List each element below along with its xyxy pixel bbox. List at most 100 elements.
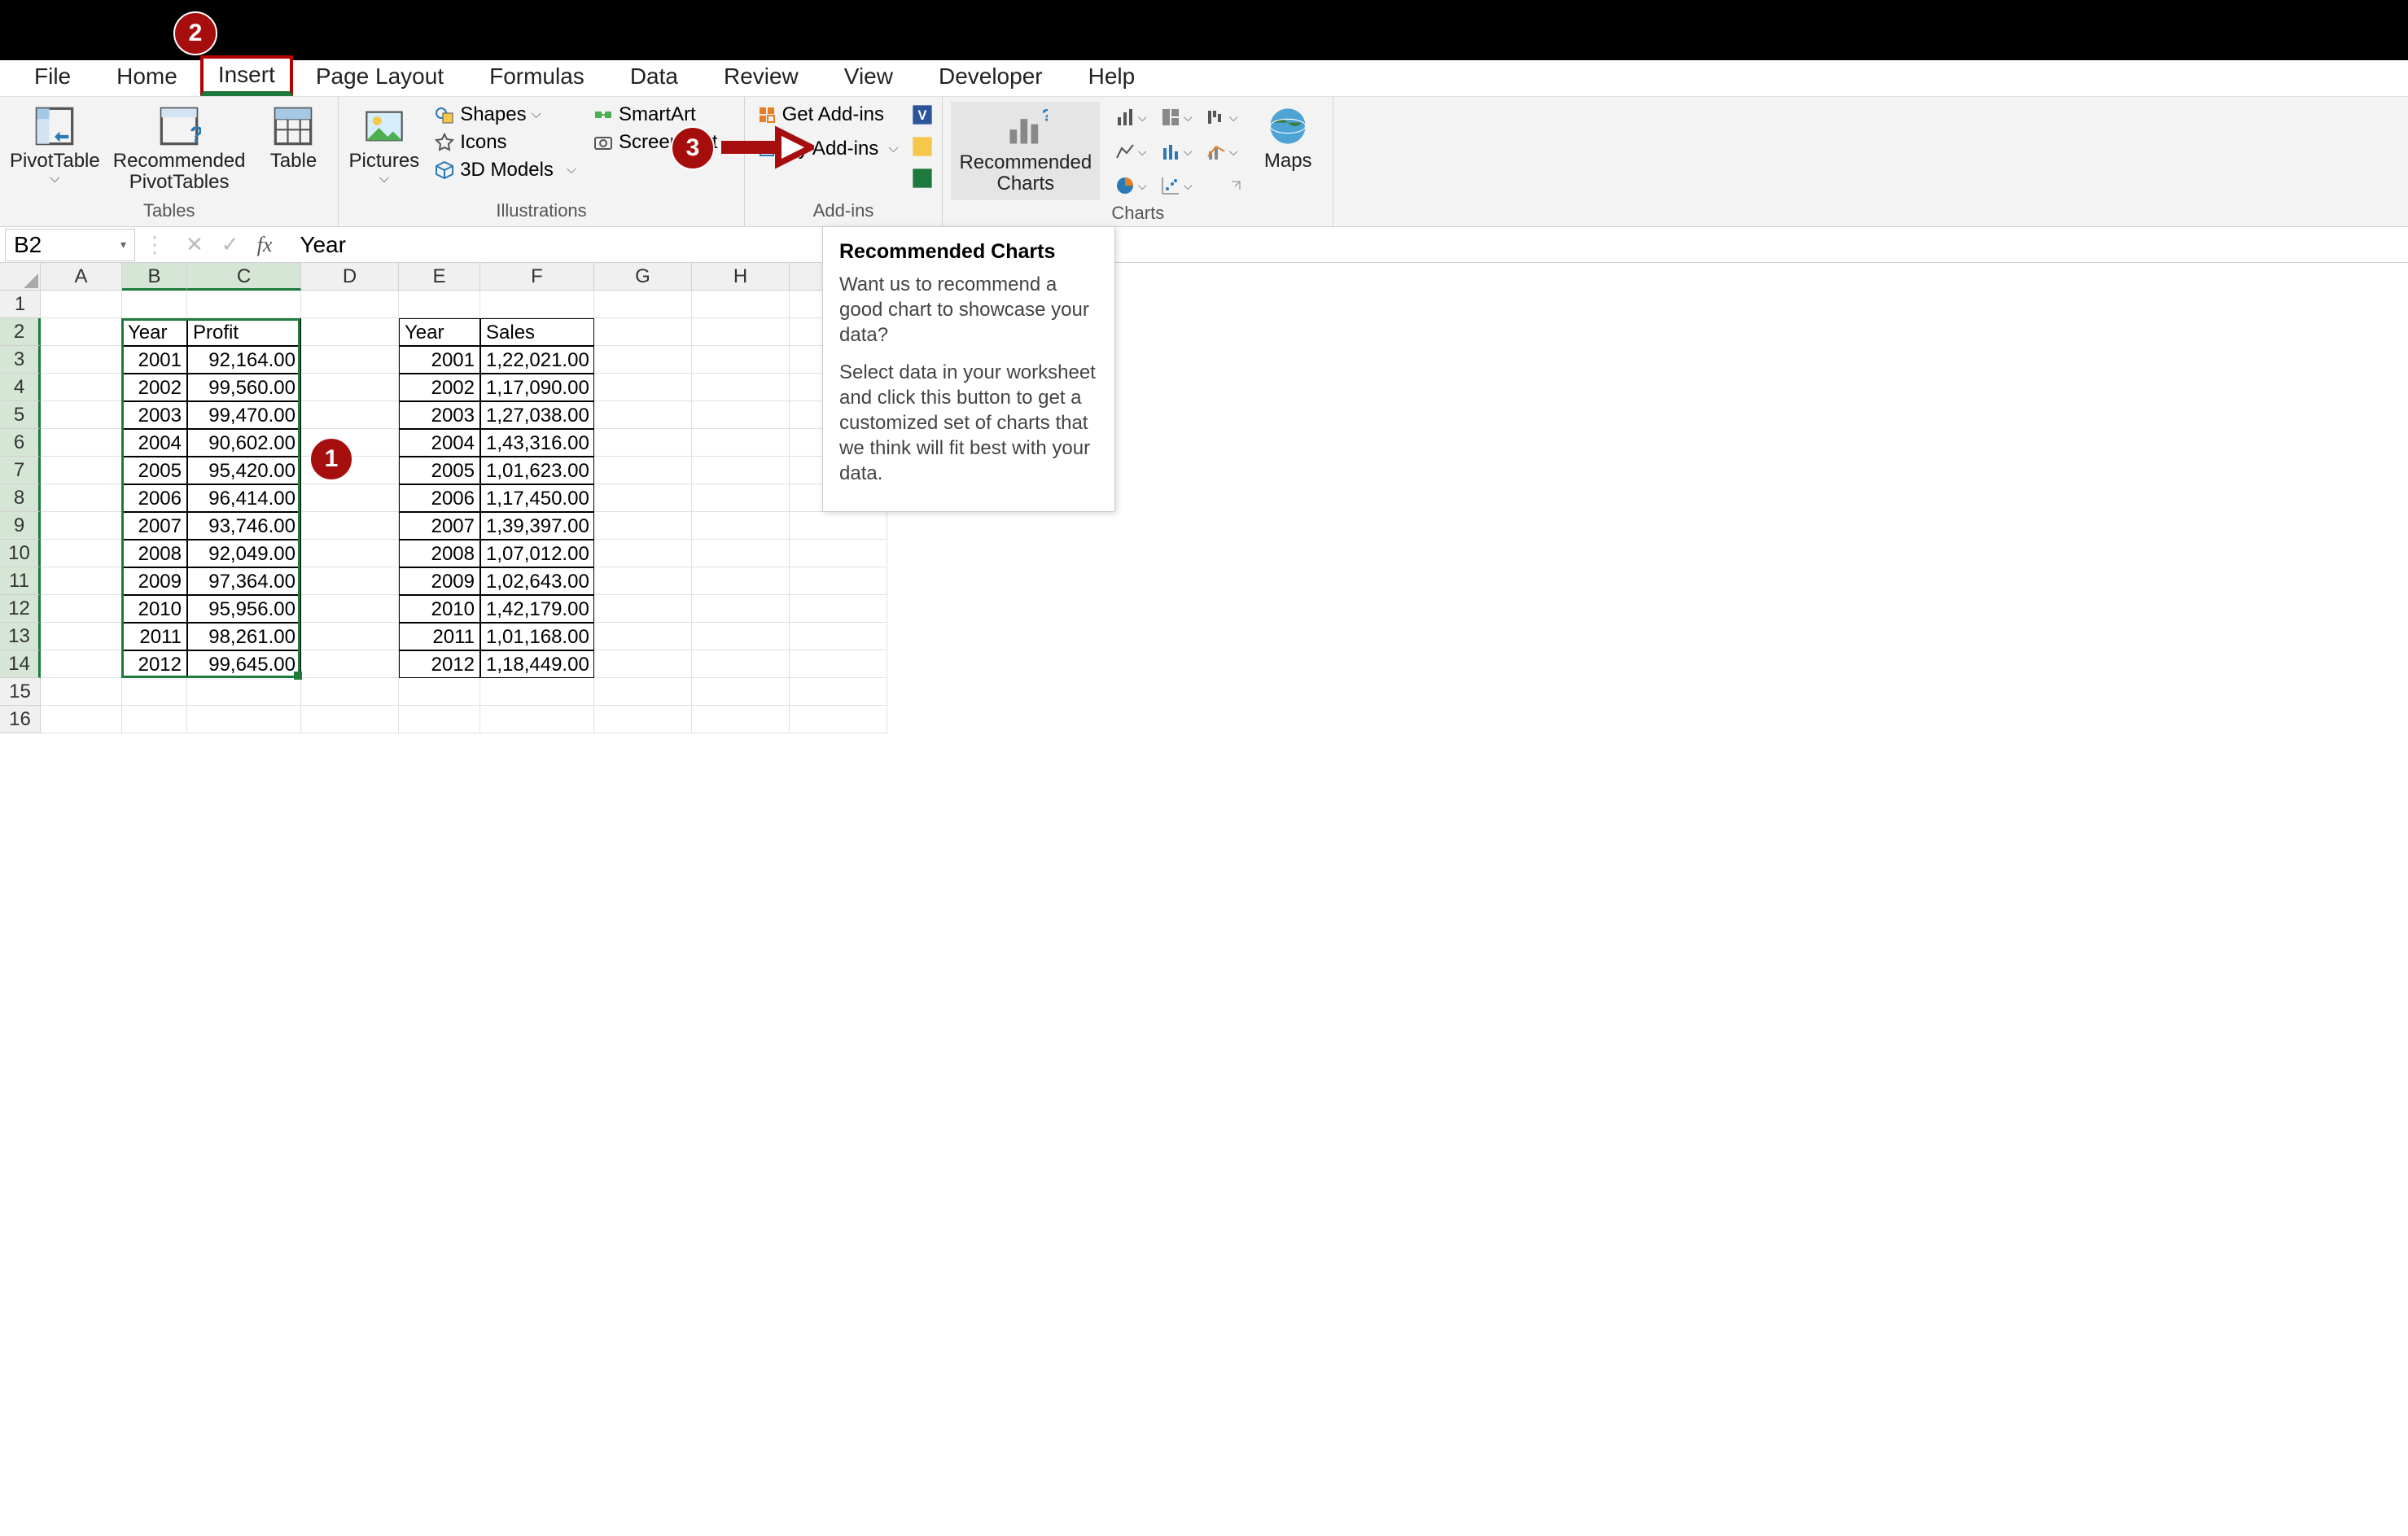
cell[interactable] (301, 650, 399, 678)
column-header[interactable]: E (399, 263, 480, 291)
cell[interactable] (692, 623, 790, 650)
cell[interactable]: 1,43,316.00 (480, 429, 594, 457)
cell[interactable] (790, 567, 887, 595)
cell[interactable]: 92,049.00 (187, 540, 301, 567)
cell[interactable] (399, 291, 480, 318)
cell[interactable]: 1,02,643.00 (480, 567, 594, 595)
cell[interactable] (41, 706, 122, 733)
column-header[interactable]: H (692, 263, 790, 291)
hierarchy-chart-button[interactable]: ⌵ (1155, 102, 1196, 133)
tab-developer[interactable]: Developer (916, 59, 1066, 96)
cell[interactable]: 2001 (399, 346, 480, 374)
column-header[interactable]: B (122, 263, 187, 291)
visio-addin-icon[interactable]: V (911, 103, 934, 132)
cell[interactable] (399, 678, 480, 706)
cell[interactable]: 2003 (122, 401, 187, 429)
cell[interactable] (594, 484, 692, 512)
cell[interactable]: 1,01,623.00 (480, 457, 594, 484)
get-addins-button[interactable]: Get Add-ins (753, 102, 902, 128)
cell[interactable] (594, 595, 692, 623)
cell[interactable] (594, 567, 692, 595)
pictures-button[interactable]: Pictures (347, 102, 421, 190)
cell[interactable] (301, 567, 399, 595)
cell[interactable] (594, 346, 692, 374)
cell[interactable]: 2001 (122, 346, 187, 374)
cell[interactable] (41, 401, 122, 429)
cell[interactable]: 96,414.00 (187, 484, 301, 512)
cell[interactable] (41, 650, 122, 678)
cell[interactable]: 95,420.00 (187, 457, 301, 484)
cell[interactable] (692, 346, 790, 374)
cell[interactable]: 2002 (399, 374, 480, 401)
tab-page-layout[interactable]: Page Layout (293, 59, 466, 96)
cell[interactable]: 93,746.00 (187, 512, 301, 540)
cell[interactable]: 2009 (399, 567, 480, 595)
row-header[interactable]: 14 (0, 650, 41, 678)
fx-icon[interactable]: fx (257, 233, 273, 257)
tab-formulas[interactable]: Formulas (466, 59, 607, 96)
tab-view[interactable]: View (821, 59, 916, 96)
cell[interactable]: 92,164.00 (187, 346, 301, 374)
row-header[interactable]: 9 (0, 512, 41, 540)
cell[interactable] (594, 650, 692, 678)
tab-help[interactable]: Help (1066, 59, 1158, 96)
3d-models-button[interactable]: 3D Models ⌵ (431, 157, 580, 183)
cell[interactable] (692, 678, 790, 706)
row-header[interactable]: 3 (0, 346, 41, 374)
maps-button[interactable]: Maps (1251, 102, 1324, 175)
row-header[interactable]: 13 (0, 623, 41, 650)
tab-review[interactable]: Review (701, 59, 821, 96)
cell[interactable]: 2009 (122, 567, 187, 595)
cell[interactable] (187, 678, 301, 706)
pie-chart-button[interactable]: ⌵ (1110, 170, 1150, 201)
cell[interactable]: 1,17,090.00 (480, 374, 594, 401)
cell[interactable]: 2008 (399, 540, 480, 567)
row-header[interactable]: 16 (0, 706, 41, 733)
cell[interactable]: 2005 (122, 457, 187, 484)
table-button[interactable]: Table (256, 102, 330, 175)
accept-formula-icon[interactable]: ✓ (221, 232, 239, 257)
statistic-chart-button[interactable]: ⌵ (1155, 136, 1196, 167)
cell[interactable]: 2006 (399, 484, 480, 512)
recommended-charts-button[interactable]: ? Recommended Charts (951, 102, 1100, 200)
cell[interactable]: 99,470.00 (187, 401, 301, 429)
cell[interactable] (122, 706, 187, 733)
cell[interactable] (187, 706, 301, 733)
cell[interactable] (41, 291, 122, 318)
cell[interactable] (692, 401, 790, 429)
cell[interactable]: 2010 (122, 595, 187, 623)
recommended-pivottables-button[interactable]: ? Recommended PivotTables (112, 102, 247, 197)
cell[interactable] (594, 540, 692, 567)
cell[interactable] (790, 595, 887, 623)
column-header[interactable]: A (41, 263, 122, 291)
cell[interactable] (692, 374, 790, 401)
cell[interactable] (41, 595, 122, 623)
scatter-chart-button[interactable]: ⌵ (1155, 170, 1196, 201)
cell[interactable]: 90,602.00 (187, 429, 301, 457)
cell[interactable] (594, 374, 692, 401)
bing-maps-addin-icon[interactable] (911, 135, 934, 164)
cell[interactable] (790, 540, 887, 567)
line-chart-button[interactable]: ⌵ (1110, 136, 1150, 167)
cell[interactable]: 2012 (122, 650, 187, 678)
row-header[interactable]: 15 (0, 678, 41, 706)
column-header[interactable]: D (301, 263, 399, 291)
row-header[interactable]: 10 (0, 540, 41, 567)
cell[interactable]: 2002 (122, 374, 187, 401)
cell[interactable] (594, 291, 692, 318)
cell[interactable]: 99,645.00 (187, 650, 301, 678)
row-header[interactable]: 1 (0, 291, 41, 318)
cell[interactable] (41, 567, 122, 595)
row-header[interactable]: 12 (0, 595, 41, 623)
formula-input[interactable] (288, 229, 2408, 261)
cell[interactable] (692, 291, 790, 318)
cell[interactable] (301, 401, 399, 429)
cell[interactable]: 95,956.00 (187, 595, 301, 623)
tab-file[interactable]: File (11, 59, 94, 96)
cell[interactable] (594, 457, 692, 484)
name-box[interactable]: B2 ▾ (5, 229, 135, 261)
tab-insert[interactable]: Insert (200, 55, 293, 96)
cell[interactable] (692, 650, 790, 678)
cell[interactable] (301, 512, 399, 540)
cell[interactable]: 2008 (122, 540, 187, 567)
